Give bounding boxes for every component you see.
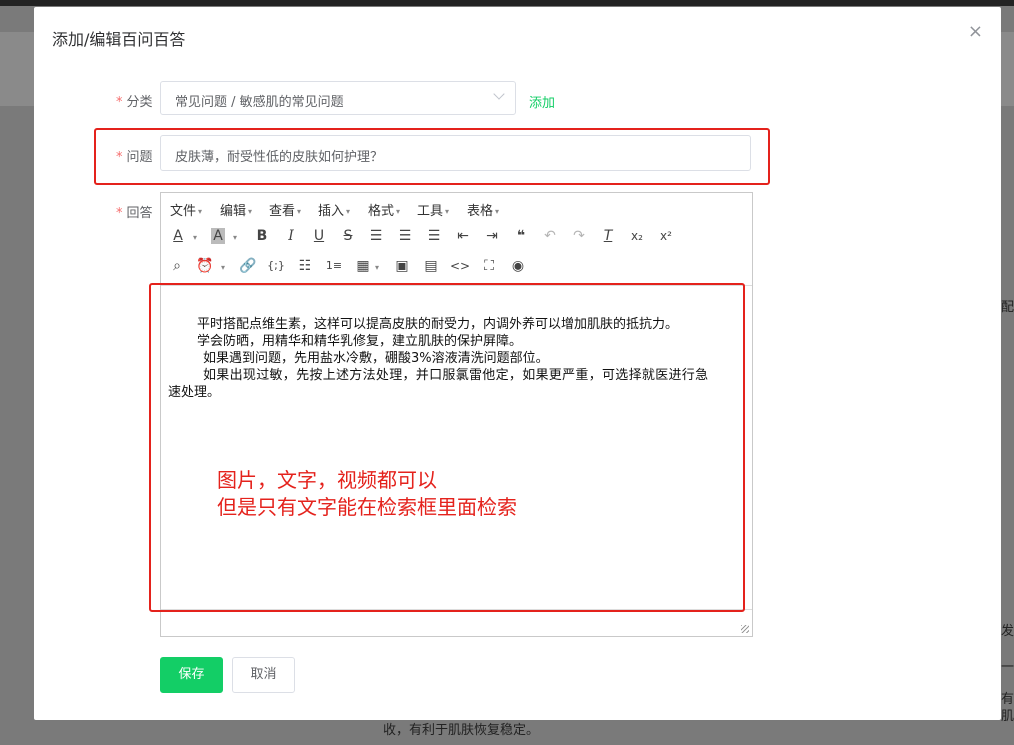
answer-highlight-box (149, 283, 745, 612)
clear-format-icon[interactable]: T (597, 225, 619, 247)
source-code-icon[interactable]: <> (449, 255, 471, 277)
table-icon[interactable]: ▦ (352, 255, 374, 277)
menu-insert-label: 插入 (318, 204, 345, 219)
numbered-list-icon[interactable]: 1≡ (323, 255, 345, 277)
chevron-down-icon (493, 88, 505, 100)
outdent-icon[interactable]: ⇤ (452, 225, 474, 247)
background-text: 收，有利于肌肤恢复稳定。 (383, 723, 540, 738)
add-category-link[interactable]: 添加 (529, 92, 555, 111)
background-fragment: 配 (1001, 300, 1014, 315)
menu-tools-label: 工具 (417, 204, 444, 219)
insert-datetime-icon[interactable]: ⏰ (194, 255, 216, 277)
text-color-icon[interactable]: A (167, 225, 189, 247)
align-right-icon[interactable]: ☰ (423, 225, 445, 247)
background-fragment: 一 (1001, 660, 1014, 675)
caret-down-icon: ▾ (396, 207, 401, 216)
menu-tools[interactable]: 工具 ▾ (417, 200, 449, 219)
align-left-icon[interactable]: ☰ (365, 225, 387, 247)
blockquote-icon[interactable]: ❝ (510, 225, 532, 247)
category-select-value: 常见问题 / 敏感肌的常见问题 (175, 95, 344, 110)
category-label-text: 分类 (126, 95, 153, 110)
menu-view[interactable]: 查看 ▾ (269, 200, 301, 219)
caret-down-icon[interactable]: ▾ (233, 233, 237, 242)
answer-label-text: 回答 (126, 206, 153, 221)
menu-edit-label: 编辑 (220, 204, 247, 219)
dialog-title: 添加/编辑百问百答 (52, 30, 186, 49)
editor-toolbar-row-1: A ▾ A ▾ B I U S ☰ ☰ ☰ ⇤ ⇥ ❝ ↶ ↷ T x₂ x² (161, 225, 752, 255)
link-icon[interactable]: 🔗 (237, 255, 259, 277)
menu-table-label: 表格 (467, 204, 494, 219)
menu-format-label: 格式 (368, 204, 395, 219)
close-icon[interactable]: × (968, 21, 983, 42)
menu-view-label: 查看 (269, 204, 296, 219)
caret-down-icon: ▾ (198, 207, 203, 216)
question-highlight-box (94, 128, 770, 185)
strikethrough-icon[interactable]: S (337, 225, 359, 247)
bullet-list-icon[interactable]: ☷ (294, 255, 316, 277)
caret-down-icon: ▾ (445, 207, 450, 216)
code-sample-icon[interactable]: {;} (265, 255, 287, 277)
preview-icon[interactable]: ◉ (507, 255, 529, 277)
annotation-text: 但是只有文字能在检索框里面检索 (217, 495, 517, 519)
menu-file[interactable]: 文件 ▾ (170, 200, 202, 219)
superscript-icon[interactable]: x² (655, 225, 677, 247)
edit-faq-dialog: 添加/编辑百问百答 × * 分类 常见问题 / 敏感肌的常见问题 添加 * 问题 皮… (34, 7, 1001, 720)
caret-down-icon: ▾ (346, 207, 351, 216)
menu-edit[interactable]: 编辑 ▾ (220, 200, 252, 219)
editor-menubar: 文件 ▾ 编辑 ▾ 查看 ▾ 插入 ▾ 格式 ▾ 工具 ▾ 表格 ▾ (161, 193, 752, 221)
indent-icon[interactable]: ⇥ (481, 225, 503, 247)
category-label: * 分类 (116, 91, 153, 110)
menu-table[interactable]: 表格 ▾ (467, 200, 499, 219)
category-select[interactable]: 常见问题 / 敏感肌的常见问题 (160, 81, 516, 115)
editor-statusbar (161, 609, 752, 636)
find-replace-icon[interactable]: ⌕ (166, 255, 188, 277)
background-fragment: 发 (1001, 624, 1014, 639)
required-mark: * (116, 95, 123, 110)
menu-insert[interactable]: 插入 ▾ (318, 200, 350, 219)
caret-down-icon[interactable]: ▾ (193, 233, 197, 242)
redo-icon[interactable]: ↷ (568, 225, 590, 247)
editor-toolbar-row-2: ⌕ ⏰ ▾ 🔗 {;} ☷ 1≡ ▦ ▾ ▣ ▤ <> ⛶ ◉ (161, 255, 752, 285)
save-button[interactable]: 保存 (160, 657, 223, 693)
caret-down-icon[interactable]: ▾ (221, 263, 225, 272)
image-icon[interactable]: ▣ (391, 255, 413, 277)
bold-icon[interactable]: B (251, 225, 273, 247)
align-center-icon[interactable]: ☰ (394, 225, 416, 247)
caret-down-icon[interactable]: ▾ (375, 263, 379, 272)
caret-down-icon: ▾ (495, 207, 500, 216)
menu-file-label: 文件 (170, 204, 197, 219)
caret-down-icon: ▾ (297, 207, 302, 216)
undo-icon[interactable]: ↶ (539, 225, 561, 247)
fullscreen-icon[interactable]: ⛶ (478, 255, 500, 277)
caret-down-icon: ▾ (248, 207, 253, 216)
menu-format[interactable]: 格式 ▾ (368, 200, 400, 219)
app-top-bar (0, 0, 1014, 6)
cancel-button[interactable]: 取消 (232, 657, 295, 693)
background-fragment: 肌 (1001, 709, 1014, 724)
subscript-icon[interactable]: x₂ (626, 225, 648, 247)
media-icon[interactable]: ▤ (420, 255, 442, 277)
answer-label: * 回答 (116, 202, 153, 221)
required-mark: * (116, 206, 123, 221)
annotation-text: 图片，文字，视频都可以 (217, 468, 437, 492)
italic-icon[interactable]: I (280, 225, 302, 247)
resize-handle-icon[interactable] (741, 625, 749, 633)
underline-icon[interactable]: U (308, 225, 330, 247)
background-color-icon[interactable]: A (207, 225, 229, 247)
